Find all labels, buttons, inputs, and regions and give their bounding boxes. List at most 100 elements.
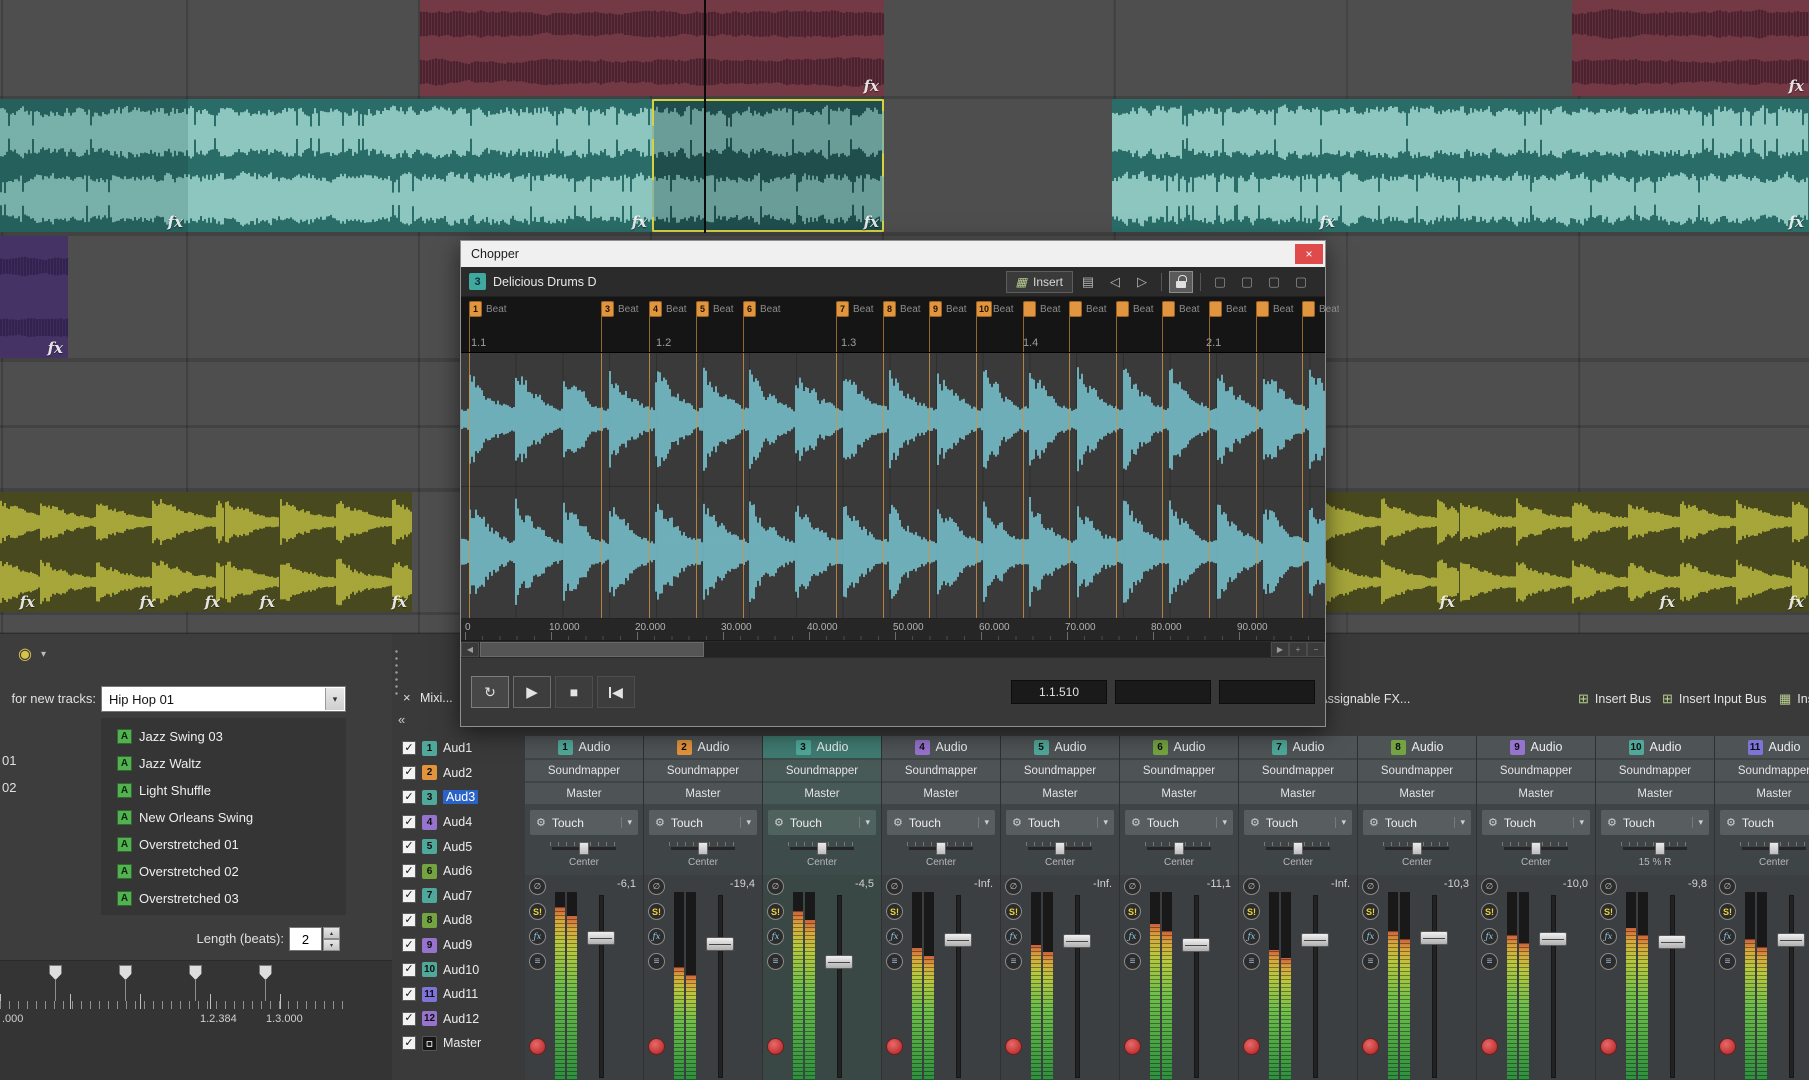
pan-handle[interactable] <box>698 842 708 855</box>
pan-control[interactable]: Center <box>1120 837 1238 875</box>
fx-badge[interactable]: fx <box>48 339 63 357</box>
beat-marker-flag[interactable] <box>1069 301 1082 317</box>
automation-mode-dropdown[interactable]: ⚙ Touch ▾ <box>1601 810 1709 835</box>
cursor-position-readout[interactable]: 1.1.510 <box>1011 680 1107 704</box>
beat-marker-flag[interactable]: 8 <box>883 301 896 317</box>
record-arm-button[interactable] <box>1362 1038 1379 1055</box>
mixer-channel-strip[interactable]: 4 Audio Soundmapper Master ⚙ Touch ▾ Cen… <box>882 736 1000 1080</box>
mini-timeline[interactable]: .000 1.2.3841.3.000 <box>0 960 392 1080</box>
solo-button[interactable]: S! <box>1005 903 1022 920</box>
solo-button[interactable]: S! <box>1362 903 1379 920</box>
beat-marker-flag[interactable]: 6 <box>743 301 756 317</box>
channel-device-label[interactable]: Soundmapper <box>882 760 1000 781</box>
channel-output-label[interactable]: Master <box>1358 783 1476 804</box>
track-name-label[interactable]: Aud4 <box>443 815 472 829</box>
beat-marker-flag[interactable] <box>1209 301 1222 317</box>
track-visible-checkbox[interactable]: ✓ <box>402 1012 416 1026</box>
automation-mode-dropdown[interactable]: ⚙ Touch ▾ <box>1363 810 1471 835</box>
solo-button[interactable]: S! <box>1243 903 1260 920</box>
record-arm-button[interactable] <box>1124 1038 1141 1055</box>
mixer-track-row[interactable]: ✓ ◻ Master <box>402 1031 525 1056</box>
audio-clip[interactable]: fx <box>1340 99 1809 232</box>
mixer-track-list[interactable]: ✓ 1 Aud1 ✓ 2 Aud2 ✓ 3 Aud3 ✓ 4 Aud4 ✓ <box>402 736 525 1056</box>
scrollbar-thumb[interactable] <box>480 642 704 657</box>
mixer-channel-strip[interactable]: 1 Audio Soundmapper Master ⚙ Touch ▾ Cen… <box>525 736 643 1080</box>
pan-control[interactable]: Center <box>1715 837 1809 875</box>
record-arm-button[interactable] <box>1481 1038 1498 1055</box>
mixer-channel-strip[interactable]: 5 Audio Soundmapper Master ⚙ Touch ▾ Cen… <box>1001 736 1119 1080</box>
chevron-down-icon[interactable]: ▾ <box>1097 817 1108 828</box>
channel-device-label[interactable]: Soundmapper <box>525 760 643 781</box>
chevron-down-icon[interactable]: ▾ <box>621 817 632 828</box>
chopper-window[interactable]: Chopper × 3 Delicious Drums D ▦ Insert ▤… <box>460 240 1326 727</box>
channel-device-label[interactable]: Soundmapper <box>763 760 881 781</box>
fader-handle[interactable] <box>1777 933 1805 947</box>
fader-handle[interactable] <box>1539 932 1567 946</box>
fader-track[interactable] <box>599 895 604 1078</box>
audio-clip[interactable]: fx <box>420 0 884 96</box>
mixer-track-row[interactable]: ✓ 10 Aud10 <box>402 957 525 982</box>
mixer-track-row[interactable]: ✓ 3 Aud3 <box>402 785 525 810</box>
audio-clip[interactable]: fx <box>0 99 188 232</box>
track-visible-checkbox[interactable]: ✓ <box>402 864 416 878</box>
chevron-down-icon[interactable]: ▾ <box>859 817 870 828</box>
insert-button[interactable]: ⊞ Insert Input Bus <box>1662 688 1766 710</box>
beat-marker-flag[interactable]: 4 <box>649 301 662 317</box>
loop-playback-button[interactable]: ↻ <box>471 676 509 708</box>
fx-button[interactable]: ƒx <box>648 928 665 945</box>
channel-header[interactable]: 7 Audio <box>1239 736 1357 758</box>
channel-device-label[interactable]: Soundmapper <box>1001 760 1119 781</box>
mute-button[interactable]: ∅ <box>1481 878 1498 895</box>
pan-handle[interactable] <box>1655 842 1665 855</box>
scroll-right-icon[interactable]: ▶ <box>1271 642 1289 657</box>
groove-list[interactable]: A Jazz Swing 03 A Jazz Waltz A Light Shu… <box>101 718 346 915</box>
track-name-label[interactable]: Aud3 <box>443 790 478 804</box>
mute-button[interactable]: ∅ <box>1005 878 1022 895</box>
pan-handle[interactable] <box>817 842 827 855</box>
mixer-channel-strip[interactable]: 7 Audio Soundmapper Master ⚙ Touch ▾ Cen… <box>1239 736 1357 1080</box>
record-arm-button[interactable] <box>886 1038 903 1055</box>
fader-handle[interactable] <box>1658 935 1686 949</box>
solo-button[interactable]: S! <box>1719 903 1736 920</box>
audio-clip[interactable]: fx <box>1680 492 1809 612</box>
eq-button[interactable]: ≡ <box>1005 953 1022 970</box>
fader-track[interactable] <box>1313 895 1318 1078</box>
automation-mode-dropdown[interactable]: ⚙ Touch ▾ <box>649 810 757 835</box>
eq-button[interactable]: ≡ <box>1719 953 1736 970</box>
pan-control[interactable]: Center <box>882 837 1000 875</box>
channel-output-label[interactable]: Master <box>644 783 762 804</box>
track-visible-checkbox[interactable]: ✓ <box>402 741 416 755</box>
fx-badge[interactable]: fx <box>205 593 220 611</box>
play-button[interactable]: ▶ <box>513 676 551 708</box>
list-item[interactable]: A Overstretched 01 <box>101 831 346 858</box>
fx-badge[interactable]: fx <box>632 213 647 231</box>
pan-handle[interactable] <box>1055 842 1065 855</box>
fx-badge[interactable]: fx <box>1789 213 1804 231</box>
audio-clip[interactable]: fx <box>225 492 280 612</box>
list-item[interactable]: A Light Shuffle <box>101 777 346 804</box>
grow-selection-icon[interactable]: ▢ <box>1289 271 1313 293</box>
preview-icon[interactable]: ◉ <box>18 644 32 664</box>
audio-clip[interactable]: fx <box>40 492 160 612</box>
channel-header[interactable]: 8 Audio <box>1358 736 1476 758</box>
channel-device-label[interactable]: Soundmapper <box>1715 760 1809 781</box>
track-visible-checkbox[interactable]: ✓ <box>402 913 416 927</box>
fx-badge[interactable]: fx <box>260 593 275 611</box>
channel-header[interactable]: 4 Audio <box>882 736 1000 758</box>
chopper-waveform[interactable] <box>461 353 1325 619</box>
track-visible-checkbox[interactable]: ✓ <box>402 1036 416 1050</box>
fader-track[interactable] <box>1789 895 1794 1078</box>
track-name-label[interactable]: Aud10 <box>443 963 479 977</box>
fader-handle[interactable] <box>1301 933 1329 947</box>
channel-header[interactable]: 2 Audio <box>644 736 762 758</box>
shift-selection-left-icon[interactable]: ◁ <box>1103 271 1127 293</box>
zoom-out-icon[interactable]: − <box>1307 642 1325 657</box>
audio-clip[interactable]: fx <box>280 492 412 612</box>
channel-output-label[interactable]: Master <box>1239 783 1357 804</box>
length-beats-input[interactable]: 2 <box>289 927 322 951</box>
eq-button[interactable]: ≡ <box>529 953 546 970</box>
fader-handle[interactable] <box>706 937 734 951</box>
channel-output-label[interactable]: Master <box>525 783 643 804</box>
audio-clip-selected[interactable]: fx <box>652 99 884 232</box>
track-name-label[interactable]: Master <box>443 1036 481 1050</box>
